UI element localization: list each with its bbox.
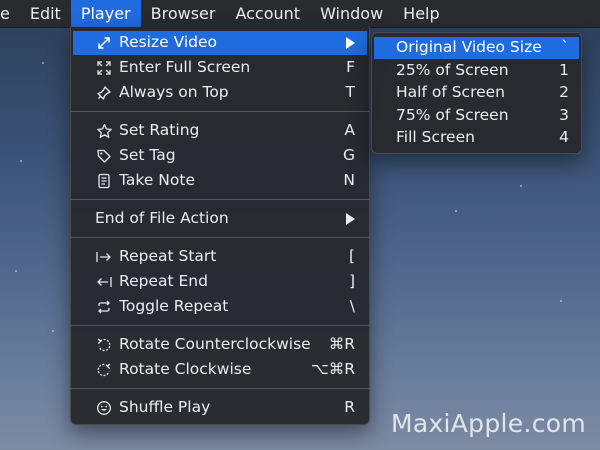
submenu-item-label: 25% of Screen	[396, 61, 509, 79]
menu-item-label: Resize Video	[119, 33, 218, 51]
menu-item-label: Take Note	[119, 171, 195, 189]
shortcut-label: 4	[559, 128, 569, 146]
shortcut-label: 2	[559, 83, 569, 101]
menu-window[interactable]: Window	[310, 0, 393, 27]
menu-separator	[71, 388, 369, 389]
menu-item-repeat-end[interactable]: Repeat End ]	[71, 270, 369, 294]
submenu-item-fill-screen[interactable]: Fill Screen 4	[372, 127, 581, 149]
menu-item-label: Rotate Counterclockwise	[119, 335, 311, 353]
menu-item-label: Shuffle Play	[119, 398, 211, 416]
tag-icon	[95, 147, 113, 165]
menu-item-label: End of File Action	[95, 209, 229, 227]
resize-icon	[95, 34, 113, 52]
menu-item-set-tag[interactable]: Set Tag G	[71, 144, 369, 168]
background-star	[20, 160, 22, 162]
shortcut-label: ]	[348, 272, 355, 290]
menu-help[interactable]: Help	[393, 0, 449, 27]
shortcut-label: F	[346, 58, 355, 76]
menu-item-label: Rotate Clockwise	[119, 360, 252, 378]
shortcut-label: 1	[559, 61, 569, 79]
background-star	[15, 270, 17, 272]
menu-item-enter-full-screen[interactable]: Enter Full Screen F	[71, 56, 369, 80]
menu-app-partial[interactable]: e	[0, 0, 20, 27]
menu-separator	[71, 111, 369, 112]
shortcut-label: 3	[559, 106, 569, 124]
shortcut-label: [	[348, 247, 355, 265]
menu-item-label: Toggle Repeat	[119, 297, 229, 315]
pin-icon	[95, 84, 113, 102]
menu-item-label: Repeat Start	[119, 247, 217, 265]
menu-item-label: Enter Full Screen	[119, 58, 251, 76]
star-icon	[95, 122, 113, 140]
menu-item-label: Set Rating	[119, 121, 200, 139]
submenu-item-half[interactable]: Half of Screen 2	[372, 82, 581, 104]
shortcut-label: ⌘R	[328, 335, 355, 353]
menu-separator	[71, 325, 369, 326]
shortcut-label: \	[349, 297, 355, 315]
background-star	[52, 330, 54, 332]
submenu-item-25-percent[interactable]: 25% of Screen 1	[372, 60, 581, 82]
menu-bar: e Edit Player Browser Account Window Hel…	[0, 0, 600, 28]
repeat-end-icon	[95, 273, 113, 291]
menu-separator	[71, 199, 369, 200]
shortcut-label: G	[342, 146, 355, 164]
submenu-item-label: Half of Screen	[396, 83, 505, 101]
rotate-cw-icon	[95, 361, 113, 379]
menu-item-resize-video[interactable]: Resize Video	[73, 31, 367, 55]
rotate-ccw-icon	[95, 336, 113, 354]
menu-player[interactable]: Player	[70, 0, 141, 27]
player-menu: Resize Video Enter Full Screen F Always …	[70, 27, 370, 425]
menu-item-shuffle-play[interactable]: Shuffle Play R	[71, 396, 369, 420]
background-star	[42, 62, 44, 64]
submenu-item-label: Original Video Size	[396, 38, 542, 56]
menu-item-rotate-counterclockwise[interactable]: Rotate Counterclockwise ⌘R	[71, 333, 369, 357]
smiley-icon	[95, 399, 113, 417]
menu-item-rotate-clockwise[interactable]: Rotate Clockwise ⌥⌘R	[71, 358, 369, 382]
submenu-item-label: Fill Screen	[396, 128, 475, 146]
shortcut-label: T	[345, 83, 355, 101]
shortcut-label: A	[344, 121, 355, 139]
submenu-arrow-icon	[346, 37, 355, 49]
menu-separator	[71, 237, 369, 238]
shortcut-label: R	[344, 398, 355, 416]
shortcut-label: `	[561, 38, 569, 56]
shortcut-label: N	[343, 171, 355, 189]
menu-item-take-note[interactable]: Take Note N	[71, 169, 369, 193]
menu-item-toggle-repeat[interactable]: Toggle Repeat \	[71, 295, 369, 319]
background-star	[560, 300, 562, 302]
repeat-start-icon	[95, 248, 113, 266]
submenu-item-original-video-size[interactable]: Original Video Size `	[374, 37, 579, 59]
submenu-arrow-icon	[346, 213, 355, 225]
menu-item-label: Always on Top	[119, 83, 229, 101]
submenu-item-label: 75% of Screen	[396, 106, 509, 124]
background-star	[520, 185, 522, 187]
background-star	[455, 210, 457, 212]
menu-item-label: Set Tag	[119, 146, 176, 164]
resize-video-submenu: Original Video Size ` 25% of Screen 1 Ha…	[371, 32, 582, 154]
menu-item-set-rating[interactable]: Set Rating A	[71, 119, 369, 143]
menu-item-repeat-start[interactable]: Repeat Start [	[71, 245, 369, 269]
menu-item-end-of-file-action[interactable]: End of File Action	[71, 207, 369, 231]
menu-account[interactable]: Account	[225, 0, 310, 27]
menu-item-always-on-top[interactable]: Always on Top T	[71, 81, 369, 105]
fullscreen-icon	[95, 59, 113, 77]
menu-browser[interactable]: Browser	[141, 0, 226, 27]
menu-item-label: Repeat End	[119, 272, 208, 290]
watermark-text: MaxiApple.com	[390, 409, 586, 438]
note-icon	[95, 172, 113, 190]
repeat-icon	[95, 298, 113, 316]
menu-edit[interactable]: Edit	[20, 0, 71, 27]
submenu-item-75-percent[interactable]: 75% of Screen 3	[372, 105, 581, 127]
shortcut-label: ⌥⌘R	[310, 360, 355, 378]
